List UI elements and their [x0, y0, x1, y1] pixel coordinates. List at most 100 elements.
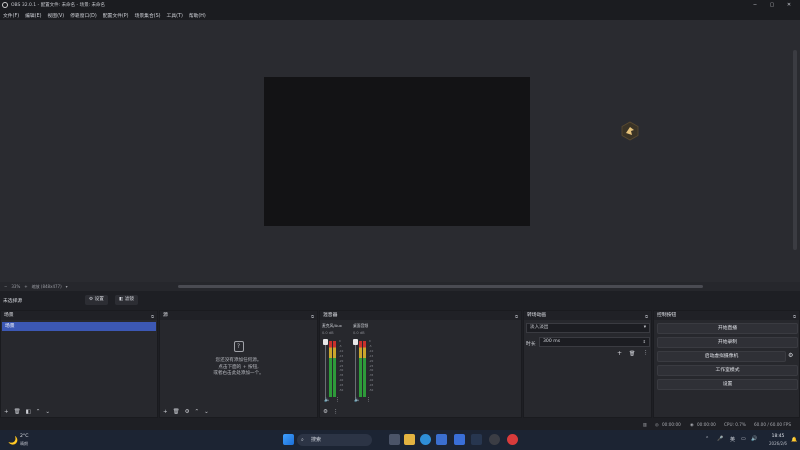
- add-transition-button[interactable]: +: [617, 350, 622, 357]
- sources-empty-hint[interactable]: ? 您还没有添加任何源。 点击下面的 + 按钮, 或者右击此处添加一个。: [160, 341, 317, 378]
- weather-icon[interactable]: 🌙: [8, 436, 18, 445]
- menu-view[interactable]: 视图(V): [47, 12, 64, 19]
- start-streaming-button[interactable]: 开始直播: [657, 323, 798, 334]
- ime-indicator[interactable]: 英: [730, 436, 735, 443]
- clock-time[interactable]: 18:45: [767, 434, 789, 439]
- display-icon[interactable]: ▭: [741, 436, 746, 442]
- preview-canvas[interactable]: [264, 77, 530, 226]
- chevron-down-icon[interactable]: ▾: [66, 284, 68, 289]
- source-properties-button[interactable]: ⚙: [185, 409, 190, 415]
- clock-date[interactable]: 2026/2/6: [763, 441, 793, 446]
- menu-edit[interactable]: 编辑(E): [25, 12, 41, 19]
- maximize-button[interactable]: ▢: [763, 0, 781, 10]
- search-icon: ⌕: [301, 437, 304, 443]
- preview-horizontal-scrollbar[interactable]: [178, 285, 703, 288]
- windows-start-icon[interactable]: [283, 434, 294, 445]
- remove-transition-button[interactable]: 🗑: [629, 351, 635, 357]
- search-label: 搜索: [311, 437, 322, 443]
- transition-type: 淡入淡出: [530, 325, 549, 330]
- volume-fader[interactable]: [323, 339, 328, 399]
- microphone-icon[interactable]: 🎤: [717, 436, 723, 442]
- minimize-button[interactable]: ─: [746, 0, 764, 10]
- live-icon: ◎: [655, 422, 659, 427]
- start-virtual-camera-button[interactable]: 启动虚拟摄像机: [657, 351, 786, 362]
- gear-icon[interactable]: ⚙: [788, 352, 793, 359]
- remove-scene-button[interactable]: 🗑: [14, 409, 21, 415]
- channel-menu-icon[interactable]: ⋮: [366, 397, 371, 403]
- duration-spinbox[interactable]: 300 ms ⇕: [539, 337, 650, 347]
- edge-browser-icon[interactable]: [420, 434, 431, 445]
- obs-app-icon: [2, 2, 8, 8]
- fader-handle[interactable]: [353, 339, 358, 345]
- app-icon[interactable]: [454, 434, 465, 445]
- network-icon: ▥: [643, 422, 647, 427]
- record-time: 00:00:00: [697, 422, 716, 427]
- live-time: 00:00:00: [662, 422, 681, 427]
- weather-temp[interactable]: 2°C: [20, 434, 28, 439]
- move-up-button[interactable]: ⌃: [36, 409, 41, 415]
- db-scale: 0 -5 -10 -15 -20 -25 -30 -35 -40 -45 -50: [339, 340, 344, 393]
- menu-bar: 文件(F) 编辑(E) 视图(V) 停靠窗口(D) 配置文件(P) 场景集合(S…: [0, 10, 800, 20]
- menu-help[interactable]: 帮助(H): [189, 12, 206, 19]
- transition-menu-icon[interactable]: ⋮: [643, 350, 649, 356]
- channel-menu-icon[interactable]: ⋮: [335, 397, 340, 403]
- studio-mode-button[interactable]: 工作室模式: [657, 365, 798, 376]
- source-settings-button[interactable]: ⚙ 设置: [85, 295, 108, 305]
- fader-handle[interactable]: [323, 339, 328, 345]
- volume-icon[interactable]: 🔊: [751, 436, 757, 442]
- mixer-menu-icon[interactable]: ⋮: [333, 409, 339, 415]
- menu-docks[interactable]: 停靠窗口(D): [70, 12, 97, 19]
- mute-speaker-icon[interactable]: 🔈: [354, 397, 360, 403]
- close-button[interactable]: ✕: [780, 0, 798, 10]
- advanced-audio-icon[interactable]: ⚙: [323, 409, 328, 415]
- chevron-up-icon[interactable]: ⌃: [705, 436, 709, 442]
- move-up-button[interactable]: ⌃: [195, 409, 200, 415]
- scene-filters-button[interactable]: ◧: [26, 409, 31, 415]
- obs-logo-icon: [620, 121, 640, 141]
- window-title: OBS 32.0.1 - 配置文件: 未命名 - 场景: 未命名: [11, 3, 106, 8]
- app-icon[interactable]: [507, 434, 518, 445]
- transition-select[interactable]: 淡入淡出 ▾: [526, 323, 650, 333]
- volume-meter: [329, 341, 332, 397]
- menu-tools[interactable]: 工具(T): [167, 12, 183, 19]
- move-down-button[interactable]: ⌄: [45, 409, 50, 415]
- steam-icon[interactable]: [471, 434, 482, 445]
- channel-name: 桌面音频: [353, 323, 369, 328]
- weather-text[interactable]: 晴朗: [20, 441, 28, 447]
- channel-name: 麦克风/Aux: [322, 323, 342, 328]
- db-scale: 0 -5 -10 -15 -20 -25 -30 -35 -40 -45 -50: [369, 340, 374, 393]
- remove-source-button[interactable]: 🗑: [173, 409, 180, 415]
- source-filters-button[interactable]: ◧ 滤镜: [115, 295, 139, 305]
- menu-file[interactable]: 文件(F): [3, 12, 19, 19]
- app-icon[interactable]: [436, 434, 447, 445]
- sources-dock: 源 ⧉ ? 您还没有添加任何源。 点击下面的 + 按钮, 或者右击此处添加一个。 …: [159, 310, 318, 418]
- preview-vertical-scrollbar[interactable]: [793, 50, 797, 250]
- float-dock-icon[interactable]: ⧉: [311, 312, 314, 321]
- task-view-icon[interactable]: [389, 434, 400, 445]
- obs-taskbar-icon[interactable]: [489, 434, 500, 445]
- float-dock-icon[interactable]: ⧉: [151, 312, 154, 321]
- scene-list-item[interactable]: 场景: [2, 322, 156, 331]
- float-dock-icon[interactable]: ⧉: [645, 312, 648, 321]
- source-settings-label: 设置: [94, 297, 104, 302]
- channel-db: 0.0 dB: [353, 331, 365, 335]
- float-dock-icon[interactable]: ⧉: [793, 312, 796, 321]
- source-filters-label: 滤镜: [124, 297, 135, 302]
- spin-arrows-icon[interactable]: ⇕: [643, 338, 646, 346]
- zoom-in-button[interactable]: +: [24, 284, 27, 289]
- zoom-out-button[interactable]: −: [4, 284, 7, 289]
- add-scene-button[interactable]: +: [4, 409, 9, 415]
- float-dock-icon[interactable]: ⧉: [515, 312, 518, 321]
- settings-button[interactable]: 设置: [657, 379, 798, 390]
- taskbar-search[interactable]: ⌕ 搜索: [297, 434, 372, 446]
- move-down-button[interactable]: ⌄: [204, 409, 209, 415]
- file-explorer-icon[interactable]: [404, 434, 415, 445]
- menu-scene-collection[interactable]: 场景集合(S): [135, 12, 161, 19]
- add-source-button[interactable]: +: [163, 409, 168, 415]
- volume-fader[interactable]: [353, 339, 358, 399]
- mute-speaker-icon[interactable]: 🔈: [324, 397, 330, 403]
- start-recording-button[interactable]: 开始录制: [657, 337, 798, 348]
- menu-profile[interactable]: 配置文件(P): [103, 12, 129, 19]
- notification-bell-icon[interactable]: 🔔: [791, 437, 797, 443]
- volume-meter: [363, 341, 366, 397]
